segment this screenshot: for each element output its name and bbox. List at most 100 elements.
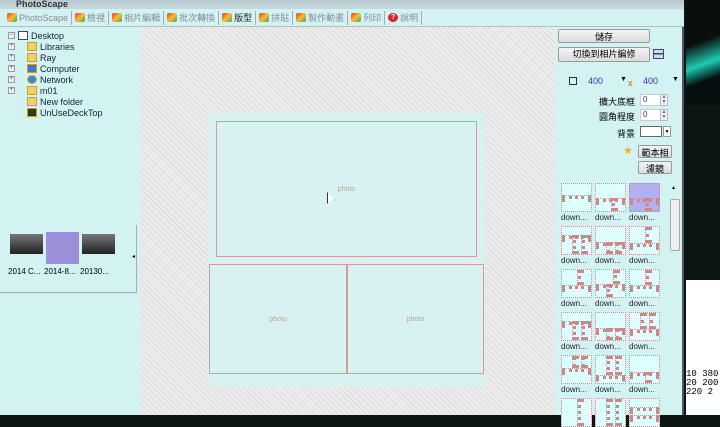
layout-template[interactable] (595, 312, 626, 341)
layout-template[interactable] (629, 355, 660, 384)
tree-item-label: Desktop (31, 30, 65, 41)
layout-template[interactable] (595, 398, 626, 427)
layout-template[interactable] (629, 312, 660, 341)
enlarge-border-spinner[interactable]: ▲ ▼ (660, 94, 668, 106)
collapse-arrow-icon[interactable]: ◂ (132, 253, 135, 260)
layout-template[interactable] (629, 183, 660, 212)
thumbnail-image (10, 234, 43, 254)
photo-cell-bottom-left[interactable]: photo (209, 264, 347, 374)
photo-cell-top[interactable]: photo (216, 121, 477, 257)
user-folder-icon (27, 53, 37, 62)
template-divider (581, 321, 586, 340)
tree-item[interactable]: − Desktop (8, 30, 103, 41)
template-divider (571, 321, 576, 340)
tree-item[interactable]: + Ray (8, 52, 103, 63)
template-frame-button[interactable]: 範本相框 (638, 145, 672, 171)
tab-5[interactable]: 拼貼 (256, 10, 294, 25)
tree-item-label: Network (40, 74, 74, 85)
tab-icon (7, 13, 17, 22)
list-view-icon[interactable] (653, 49, 664, 59)
filter-button[interactable]: 濾鏡 (638, 161, 672, 174)
expand-toggle[interactable]: − (8, 32, 15, 39)
tree-item[interactable]: New folder (8, 96, 103, 107)
template-divider (596, 327, 625, 332)
tree-item[interactable]: + m01 (8, 85, 103, 96)
layout-template[interactable] (629, 398, 660, 427)
layout-template[interactable] (629, 269, 660, 298)
tab-4[interactable]: 版型 (219, 10, 257, 25)
template-divider (630, 329, 659, 334)
corner-round-input[interactable]: 0 (640, 109, 662, 121)
photo-thumbnail[interactable]: 20130... (80, 232, 115, 276)
save-button[interactable]: 儲存 (558, 29, 650, 43)
expand-toggle[interactable]: + (8, 87, 15, 94)
photo-thumbnail[interactable]: 2014 C... (8, 232, 43, 276)
tree-item[interactable]: UnUseDeckTop (8, 107, 103, 118)
chevron-down-icon[interactable]: ▼ (672, 76, 679, 83)
scroll-up-icon[interactable]: ▴ (672, 184, 675, 191)
tab-8[interactable]: ? 說明 (385, 10, 423, 25)
layout-template[interactable] (595, 183, 626, 212)
layout-template[interactable] (629, 226, 660, 255)
tab-0[interactable]: PhotoScape (4, 10, 73, 25)
template-scrollbar[interactable]: ▴ (669, 184, 681, 415)
background-label: 背景 (616, 129, 635, 139)
layout-template[interactable] (561, 312, 592, 341)
background-color-picker[interactable] (640, 126, 662, 137)
network-icon (27, 75, 37, 84)
switch-to-editor-button[interactable]: 切換到相片編修 (558, 47, 650, 62)
layout-template[interactable] (595, 226, 626, 255)
desktop-text: 220 2 (686, 387, 714, 397)
photo-thumbnail[interactable]: 2014-8... (44, 232, 79, 276)
template-label: down... (629, 213, 655, 222)
window-title: PhotoScape (16, 0, 69, 9)
template-divider (562, 284, 591, 289)
tab-label: 相片編輯 (124, 13, 161, 23)
expand-toggle[interactable]: + (8, 65, 15, 72)
tab-2[interactable]: 相片編輯 (109, 10, 165, 25)
tab-7[interactable]: 列印 (348, 10, 386, 25)
tree-item[interactable]: + Network (8, 74, 103, 85)
layout-template[interactable] (561, 183, 592, 212)
template-divider (571, 356, 576, 369)
template-divider (644, 197, 649, 211)
layout-template[interactable] (561, 398, 592, 427)
template-divider (576, 399, 581, 426)
expand-toggle[interactable]: + (8, 54, 15, 61)
layout-template[interactable] (561, 226, 592, 255)
corner-round-spinner[interactable]: ▲ ▼ (660, 109, 668, 121)
photo-cell-bottom-right[interactable]: photo (347, 264, 484, 374)
expand-toggle[interactable]: + (8, 76, 15, 83)
template-label: down... (561, 299, 587, 308)
tree-item-label: Libraries (40, 41, 75, 52)
tab-3[interactable]: 批次轉換 (164, 10, 220, 25)
template-label: down... (561, 385, 587, 394)
template-divider (649, 313, 654, 330)
tab-label: 列印 (363, 13, 382, 23)
template-divider (605, 356, 610, 375)
enlarge-border-input[interactable]: 0 (640, 94, 662, 106)
folder-icon (27, 97, 37, 106)
tree-item[interactable]: + Computer (8, 63, 103, 74)
tab-6[interactable]: 製作動畫 (293, 10, 349, 25)
height-select[interactable]: 400 (643, 76, 658, 86)
layout-template[interactable] (595, 355, 626, 384)
layout-canvas: photo photo photo (140, 27, 555, 415)
chevron-down-icon[interactable]: ▼ (620, 76, 627, 83)
scrollbar-thumb[interactable] (670, 199, 680, 251)
expand-toggle[interactable]: + (8, 43, 15, 50)
width-select[interactable]: 400 (588, 76, 603, 86)
photo-placeholder: photo (406, 315, 425, 323)
layout-template[interactable] (595, 269, 626, 298)
help-icon: ? (388, 13, 399, 22)
computer-icon (27, 64, 37, 73)
template-divider (630, 407, 659, 412)
tree-item[interactable]: + Libraries (8, 41, 103, 52)
layout-template[interactable] (561, 355, 592, 384)
template-divider (576, 270, 581, 285)
layout-template[interactable] (561, 269, 592, 298)
left-panel: − Desktop + Libraries + Ray + Computer + Network +… (0, 27, 140, 415)
tab-1[interactable]: 檢視 (72, 10, 110, 25)
chevron-down-icon[interactable]: ▼ (663, 126, 671, 137)
template-divider (562, 368, 591, 373)
